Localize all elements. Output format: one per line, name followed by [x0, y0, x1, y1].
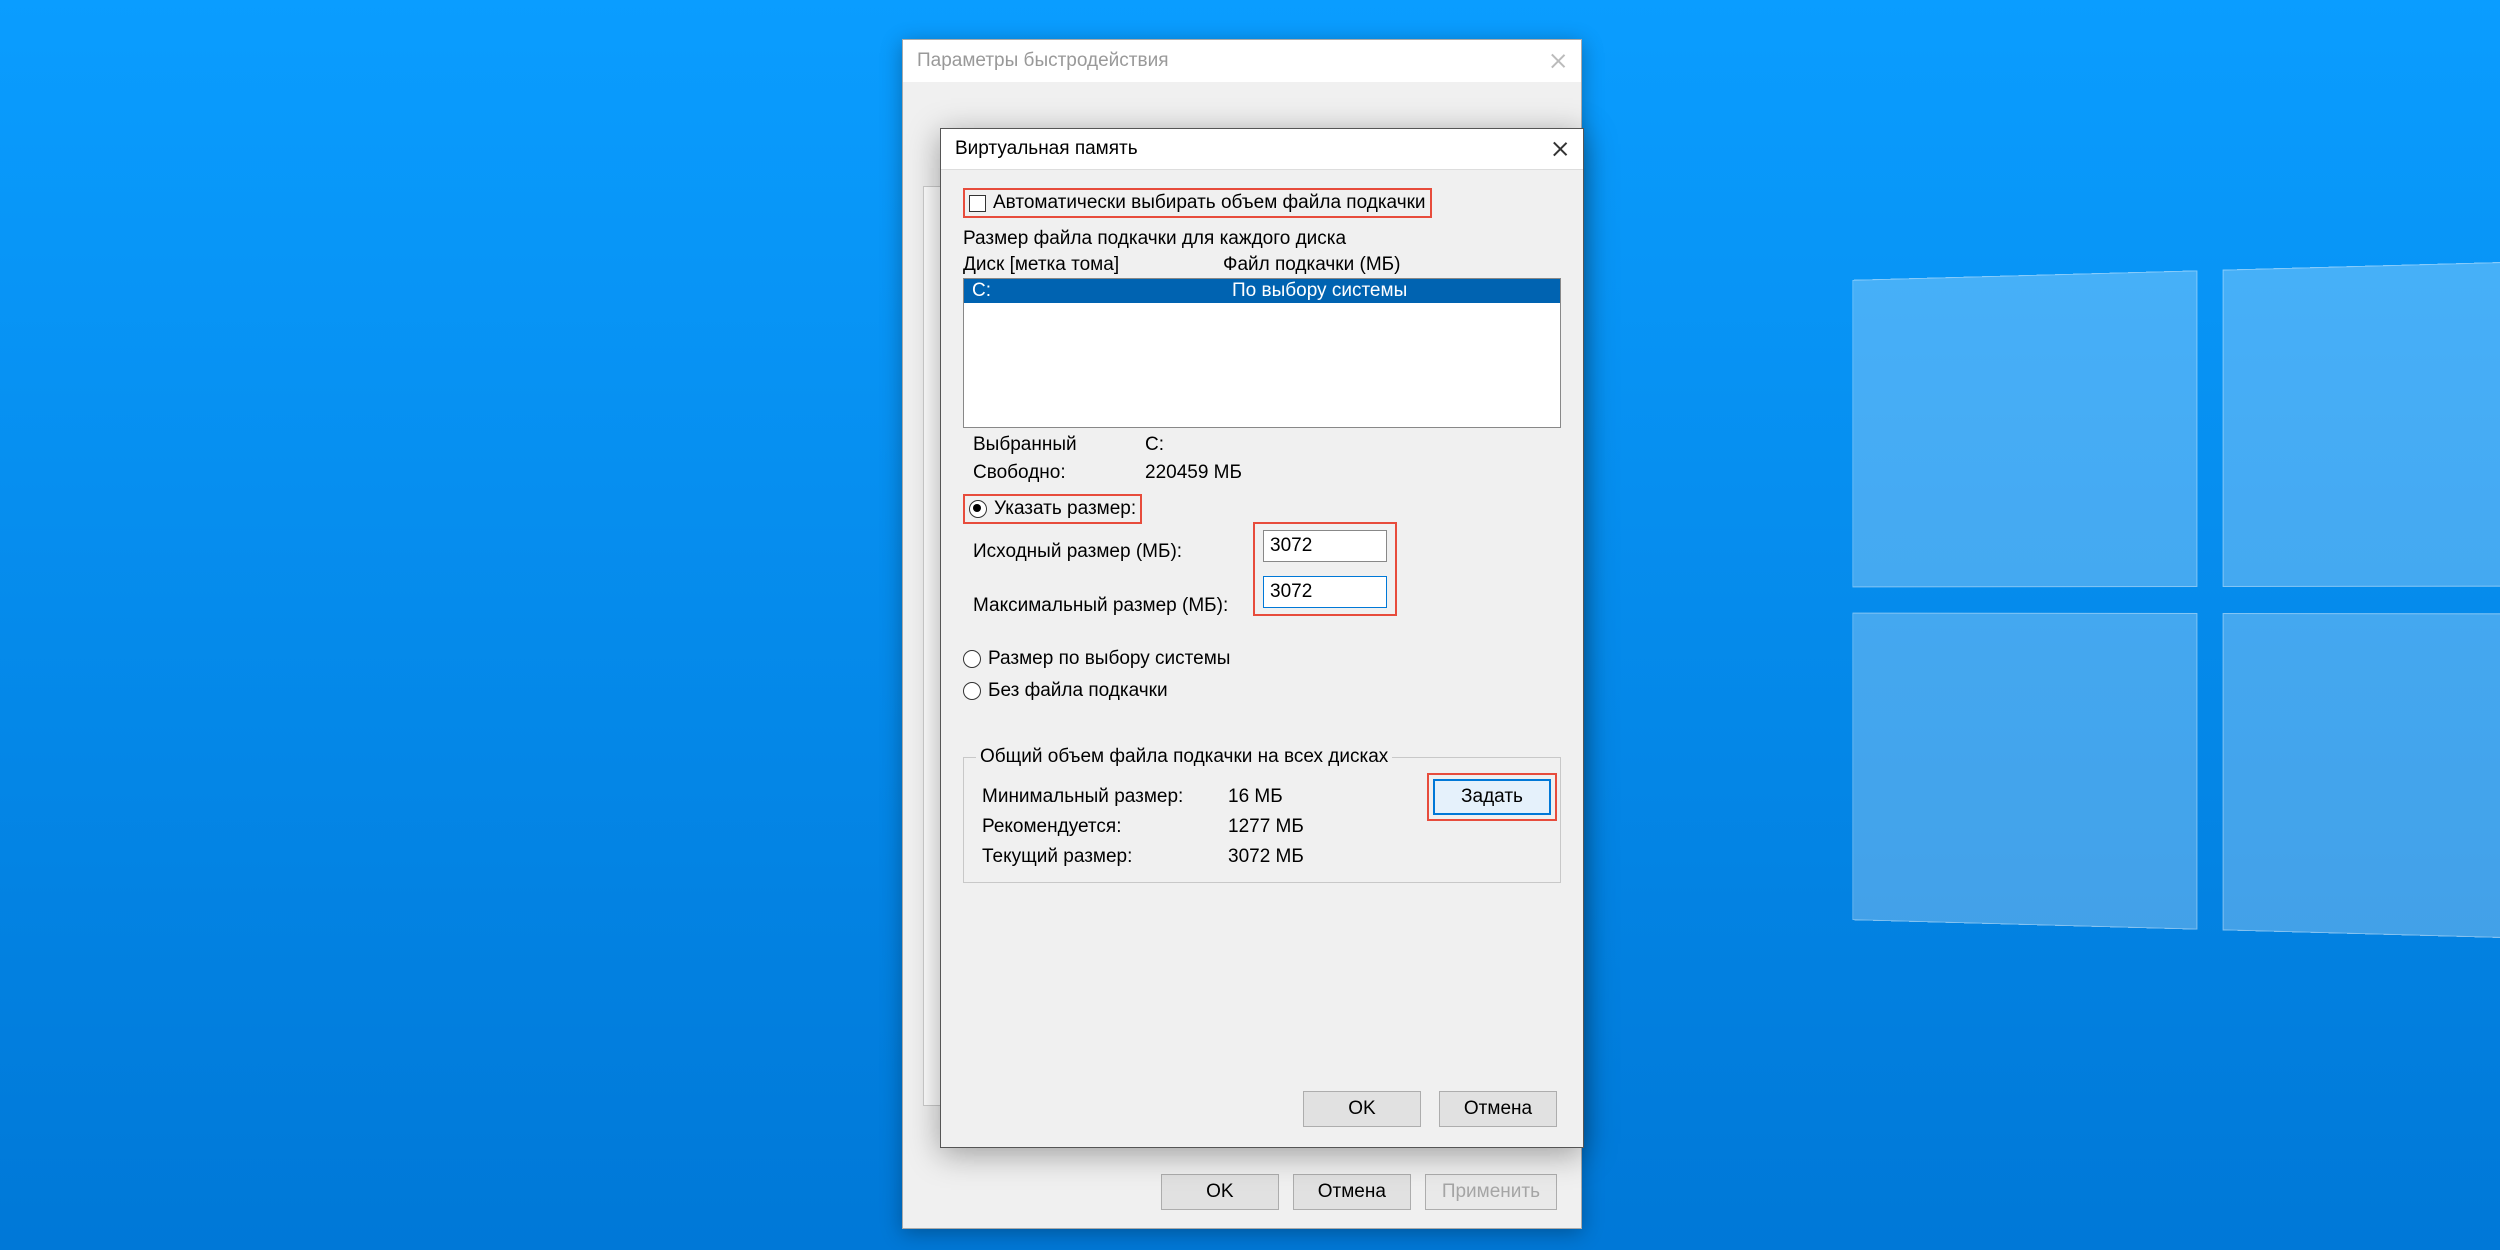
custom-size-label[interactable]: Указать размер:: [994, 498, 1136, 520]
back-apply-button: Применить: [1425, 1174, 1557, 1210]
windows-logo-icon: [1852, 260, 2500, 941]
selected-value: C:: [1145, 434, 1164, 456]
close-icon[interactable]: [1549, 52, 1567, 70]
free-label: Свободно:: [963, 462, 1145, 484]
system-managed-radio[interactable]: [963, 650, 981, 668]
min-value: 16 МБ: [1228, 786, 1283, 808]
auto-manage-checkbox[interactable]: [969, 195, 986, 212]
custom-size-radio[interactable]: [969, 500, 987, 518]
size-inputs-highlight: [1253, 522, 1397, 616]
virtual-memory-dialog: Виртуальная память Автоматически выбират…: [940, 128, 1584, 1148]
initial-size-input[interactable]: [1263, 530, 1387, 562]
initial-size-label: Исходный размер (МБ):: [963, 541, 1233, 563]
back-ok-button[interactable]: OK: [1161, 1174, 1279, 1210]
vm-cancel-button[interactable]: Отмена: [1439, 1091, 1557, 1127]
cur-label: Текущий размер:: [976, 846, 1228, 868]
per-drive-label: Размер файла подкачки для каждого диска: [963, 228, 1561, 250]
rec-label: Рекомендуется:: [976, 816, 1228, 838]
drive-letter: C:: [972, 280, 1232, 302]
drive-row[interactable]: C: По выбору системы: [964, 279, 1560, 303]
close-icon[interactable]: [1551, 140, 1569, 158]
drive-status: По выбору системы: [1232, 280, 1407, 302]
set-button[interactable]: Задать: [1433, 779, 1551, 815]
free-value: 220459 МБ: [1145, 462, 1242, 484]
max-size-input[interactable]: [1263, 576, 1387, 608]
drive-listbox[interactable]: C: По выбору системы: [963, 278, 1561, 428]
back-dialog-title: Параметры быстродействия: [917, 50, 1168, 72]
no-pagefile-label[interactable]: Без файла подкачки: [988, 680, 1168, 702]
cur-value: 3072 МБ: [1228, 846, 1304, 868]
auto-manage-checkbox-highlight: Автоматически выбирать объем файла подка…: [963, 188, 1432, 218]
vm-ok-button[interactable]: OK: [1303, 1091, 1421, 1127]
set-button-highlight: Задать: [1427, 773, 1557, 821]
selected-label: Выбранный: [963, 434, 1145, 456]
drive-list-header: Диск [метка тома] Файл подкачки (МБ): [963, 254, 1561, 276]
auto-manage-label[interactable]: Автоматически выбирать объем файла подка…: [993, 192, 1426, 214]
total-legend: Общий объем файла подкачки на всех диска…: [976, 746, 1392, 768]
col-pagefile: Файл подкачки (МБ): [1223, 254, 1400, 276]
back-cancel-button[interactable]: Отмена: [1293, 1174, 1411, 1210]
max-size-label: Максимальный размер (МБ):: [963, 595, 1233, 617]
min-label: Минимальный размер:: [976, 786, 1228, 808]
custom-size-radio-highlight: Указать размер:: [963, 494, 1142, 524]
rec-value: 1277 МБ: [1228, 816, 1304, 838]
system-managed-label[interactable]: Размер по выбору системы: [988, 648, 1230, 670]
no-pagefile-radio[interactable]: [963, 682, 981, 700]
vm-dialog-title: Виртуальная память: [955, 138, 1138, 160]
col-disk: Диск [метка тома]: [963, 254, 1223, 276]
